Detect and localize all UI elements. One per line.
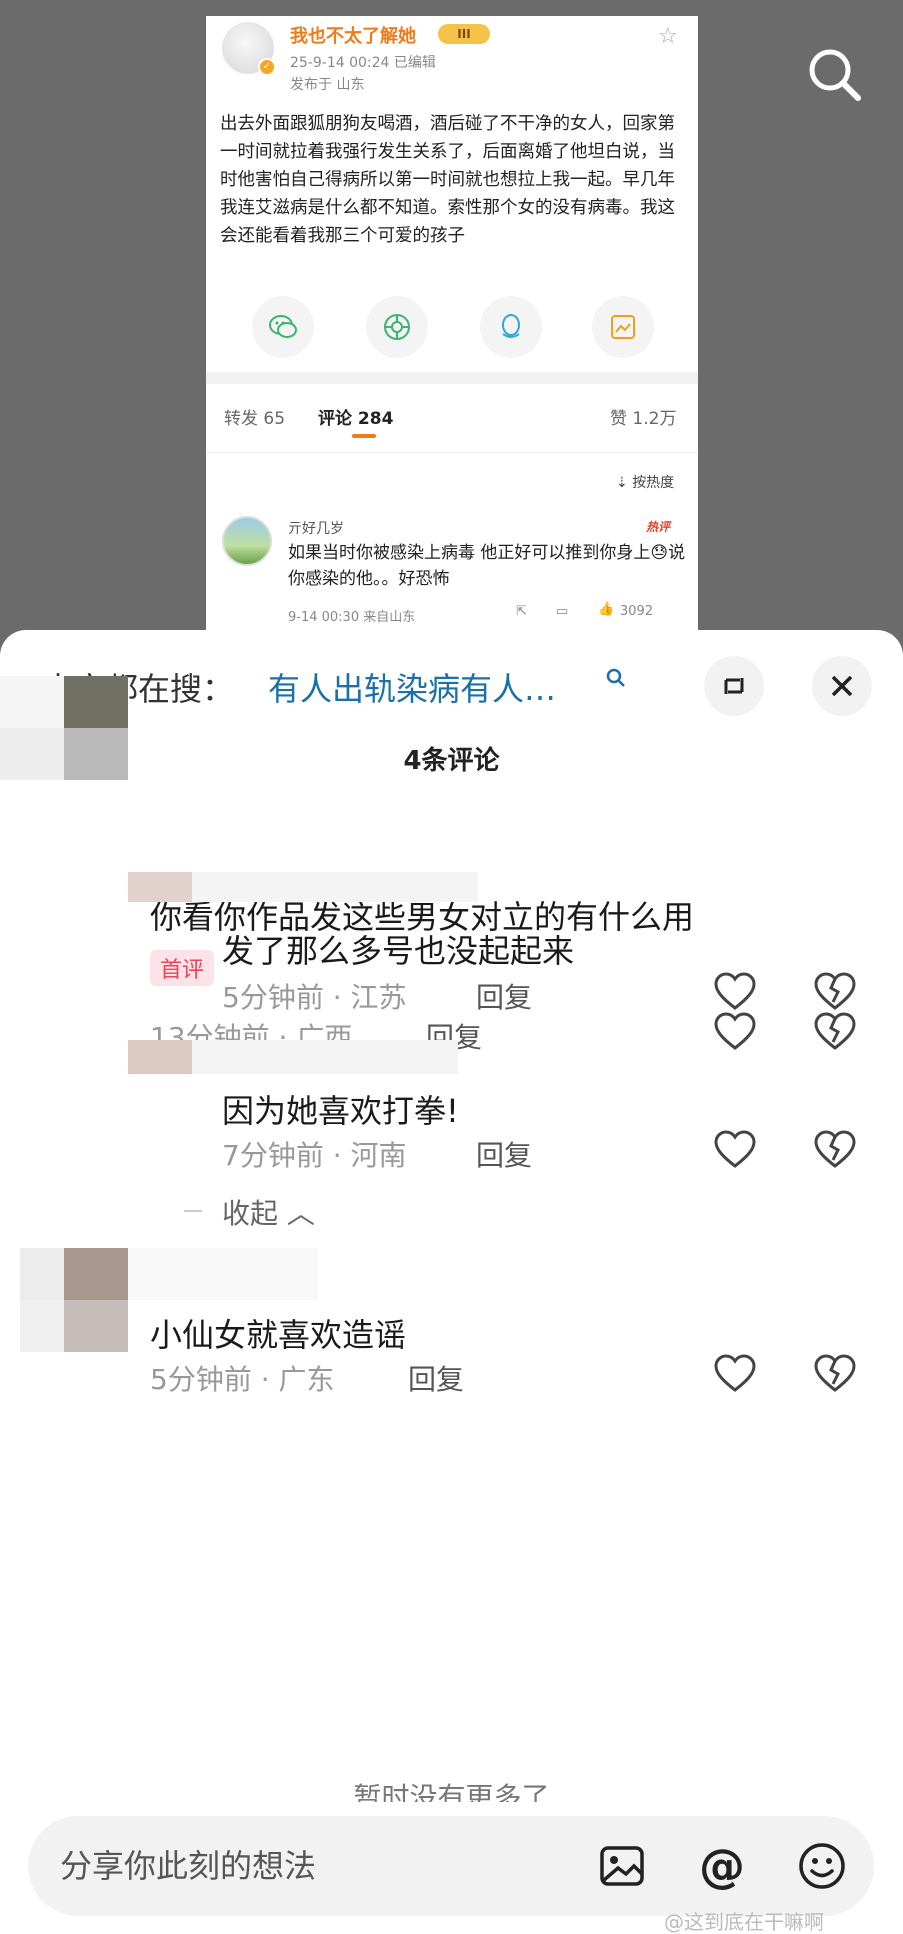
like-heart-icon[interactable] — [712, 1128, 758, 1174]
thumbs-up-icon: 👍 — [598, 602, 615, 617]
collapse-divider — [184, 1210, 202, 1212]
tab-active-indicator — [352, 434, 376, 438]
no-more-comments-text: 暂时没有更多了 — [353, 1781, 550, 1802]
like-count: 3092 — [620, 604, 654, 619]
comment-text: 如果当时你被感染上病毒 他正好可以推到你身上😓说你感染的他。。好恐怖 — [288, 543, 686, 589]
share-row — [206, 296, 698, 366]
sort-icon: ⇣ — [616, 475, 633, 491]
comment-meta: 9-14 00:30 来自山东 — [288, 610, 416, 625]
qq-icon — [480, 296, 542, 358]
avatar[interactable] — [0, 676, 190, 780]
sort-label: ⇣ 按热度 — [616, 472, 674, 492]
collapse-label: 收起 — [222, 1197, 279, 1230]
divider — [206, 452, 698, 453]
comment-meta: 5分钟前 · 江苏 — [222, 981, 407, 1014]
comment-meta: 5分钟前 · 广东 — [150, 1363, 335, 1396]
post-location: 发布于 山东 — [290, 77, 365, 93]
avatar[interactable] — [128, 872, 478, 902]
like-heart-icon[interactable] — [712, 1010, 758, 1056]
close-button[interactable] — [812, 656, 872, 716]
dislike-broken-heart-icon[interactable] — [812, 970, 858, 1016]
comment-input[interactable] — [60, 1842, 580, 1890]
trending-search-link[interactable]: 有人出轨染病有人… — [268, 664, 556, 710]
divider — [206, 372, 698, 384]
watermark: @这到底在干嘛啊 — [664, 1910, 824, 1934]
comment-sheet: 大家都在搜： 有人出轨染病有人… 4条评论 你看你作品发这些男女对立的有什么用 … — [0, 630, 903, 1934]
hot-comment-badge: 热评 — [646, 520, 671, 534]
mention-at-icon[interactable]: @ — [696, 1840, 748, 1892]
comment-text: 小仙女就喜欢造谣 — [150, 1316, 407, 1354]
moments-icon — [366, 296, 428, 358]
verified-badge-icon: ✓ — [258, 58, 276, 76]
level-badge: III — [438, 24, 490, 44]
avatar[interactable] — [128, 1040, 458, 1074]
chevron-up-icon: ︿ — [286, 1197, 315, 1230]
like-heart-icon[interactable] — [712, 970, 758, 1016]
comment-meta: 7分钟前 · 河南 — [222, 1139, 407, 1172]
reply-button[interactable]: 回复 — [476, 1134, 532, 1174]
sort-text: 按热度 — [632, 475, 675, 491]
reply-button[interactable]: 回复 — [408, 1358, 464, 1398]
comment-input-bar: @ — [28, 1816, 874, 1916]
close-icon — [831, 675, 853, 697]
tab-comments: 评论 284 — [318, 409, 394, 429]
comment-text: 发了那么多号也没起起来 — [222, 932, 575, 970]
post-username: 我也不太了解她 — [290, 26, 416, 47]
avatar — [222, 516, 272, 566]
tab-likes: 赞 1.2万 — [610, 409, 677, 429]
avatar: ✓ — [222, 22, 276, 76]
share-icon: ⇱ — [516, 604, 527, 619]
search-icon[interactable] — [800, 40, 870, 110]
search-icon — [606, 668, 626, 692]
first-comment-badge: 首评 — [150, 950, 215, 986]
dislike-broken-heart-icon[interactable] — [812, 1010, 858, 1056]
star-icon: ☆ — [658, 24, 678, 49]
reply-button[interactable]: 回复 — [476, 976, 532, 1016]
post-body: 出去外面跟狐朋狗友喝酒，酒后碰了不干净的女人，回家第一时间就拉着我强行发生关系了… — [220, 114, 675, 246]
expand-button[interactable] — [704, 656, 764, 716]
dislike-broken-heart-icon[interactable] — [812, 1352, 858, 1398]
post-timestamp: 25-9-14 00:24 已编辑 — [290, 55, 436, 71]
expand-icon — [724, 678, 744, 694]
embedded-post-screenshot: ✓ 我也不太了解她 III ☆ 25-9-14 00:24 已编辑 发布于 山东… — [206, 16, 698, 650]
tab-repost: 转发 65 — [224, 409, 286, 429]
like-heart-icon[interactable] — [712, 1352, 758, 1398]
comment-icon: ▭ — [556, 604, 569, 619]
comment-text: 因为她喜欢打拳! — [222, 1092, 459, 1130]
wechat-icon — [252, 296, 314, 358]
collapse-button[interactable]: 收起 ︿ — [222, 1192, 315, 1232]
dislike-broken-heart-icon[interactable] — [812, 1128, 858, 1174]
save-image-icon — [592, 296, 654, 358]
image-icon[interactable] — [596, 1840, 648, 1892]
emoji-icon[interactable] — [796, 1840, 848, 1892]
comment-author: 亓好几岁 — [288, 521, 344, 537]
